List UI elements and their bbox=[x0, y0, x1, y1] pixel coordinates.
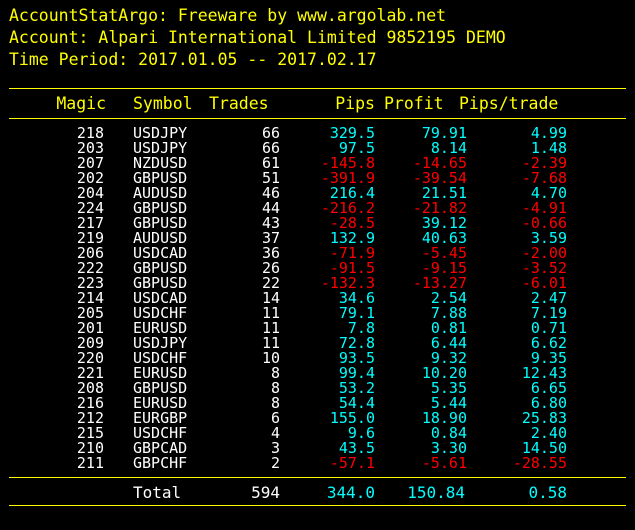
cell-trades: 8 bbox=[270, 379, 280, 397]
total-profit: 150.84 bbox=[407, 483, 465, 502]
cell-trades: 8 bbox=[270, 394, 280, 412]
col-trades: Trades bbox=[209, 94, 269, 113]
cell-trades: 10 bbox=[261, 349, 280, 367]
cell-pips-per-trade: -28.55 bbox=[512, 454, 567, 472]
account-stat-window: { "header": { "line1": "AccountStatArgo:… bbox=[0, 0, 635, 530]
app-title: AccountStatArgo: Freeware by www.argolab… bbox=[9, 6, 447, 25]
total-trades: 594 bbox=[251, 483, 280, 502]
top-divider bbox=[9, 88, 626, 89]
cell-trades: 6 bbox=[270, 409, 280, 427]
col-symbol: Symbol bbox=[133, 94, 193, 113]
account-info: Account: Alpari International Limited 98… bbox=[9, 28, 506, 47]
cell-trades: 2 bbox=[270, 454, 280, 472]
col-magic: Magic bbox=[56, 94, 106, 113]
col-pips: Pips bbox=[335, 94, 375, 113]
bottom-divider bbox=[9, 505, 626, 506]
total-pips-per-trade: 0.58 bbox=[528, 483, 567, 502]
cell-profit: -5.61 bbox=[421, 454, 467, 472]
total-pips: 344.0 bbox=[326, 483, 375, 502]
col-profit: Profit bbox=[384, 94, 444, 113]
cell-trades: 3 bbox=[270, 439, 280, 457]
cell-trades: 8 bbox=[270, 364, 280, 382]
header-divider bbox=[9, 118, 626, 119]
cell-pips: -57.1 bbox=[329, 454, 375, 472]
cell-trades: 4 bbox=[270, 424, 280, 442]
time-period: Time Period: 2017.01.05 -- 2017.02.17 bbox=[9, 50, 377, 69]
col-pips-per-trade: Pips/trade bbox=[459, 94, 559, 113]
cell-magic: 211 bbox=[76, 454, 104, 472]
total-divider bbox=[9, 477, 626, 478]
